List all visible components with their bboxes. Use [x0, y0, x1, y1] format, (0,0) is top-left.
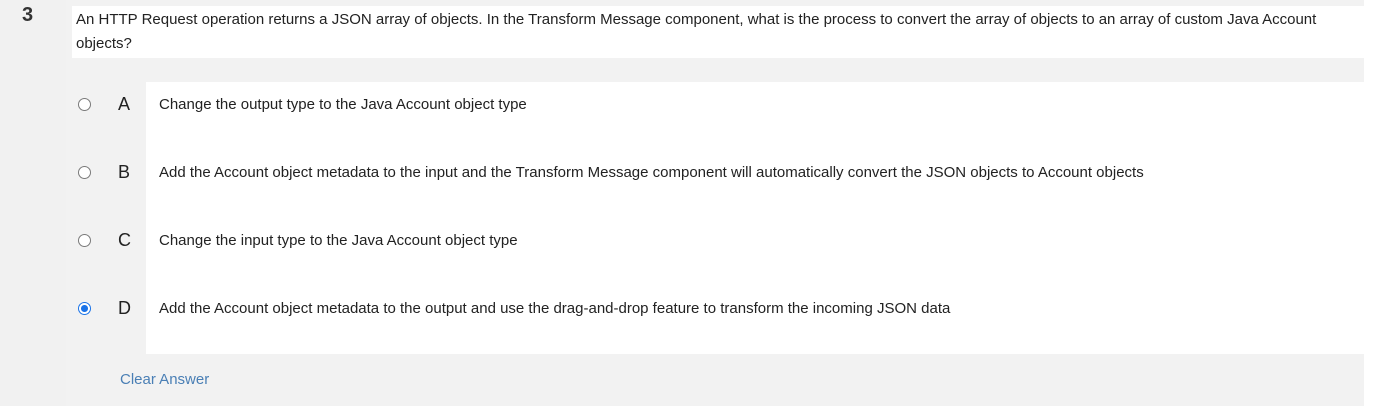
question-number: 3	[22, 4, 34, 26]
option-text-panel: Add the Account object metadata to the o…	[146, 286, 1364, 354]
radio-button-c[interactable]	[78, 234, 91, 247]
clear-answer-link[interactable]: Clear Answer	[120, 371, 209, 388]
option-letter: A	[118, 94, 131, 114]
question-text: An HTTP Request operation returns a JSON…	[72, 6, 1364, 58]
option-text-panel: Change the output type to the Java Accou…	[146, 82, 1364, 150]
radio-button-d[interactable]	[78, 302, 91, 315]
option-text: Add the Account object metadata to the o…	[159, 300, 951, 317]
option-text-panel: Change the input type to the Java Accoun…	[146, 218, 1364, 286]
option-letter: B	[118, 162, 131, 182]
radio-button-b[interactable]	[78, 166, 91, 179]
option-b[interactable]: B Add the Account object metadata to the…	[66, 150, 1364, 218]
option-text: Change the input type to the Java Accoun…	[159, 232, 518, 249]
question-footer: Clear Answer	[66, 354, 1364, 406]
option-letter: C	[118, 230, 131, 250]
option-c[interactable]: C Change the input type to the Java Acco…	[66, 218, 1364, 286]
radio-button-a[interactable]	[78, 98, 91, 111]
option-text-panel: Add the Account object metadata to the i…	[146, 150, 1364, 218]
option-d[interactable]: D Add the Account object metadata to the…	[66, 286, 1364, 354]
page-margin	[1364, 0, 1380, 410]
option-text: Change the output type to the Java Accou…	[159, 96, 527, 113]
answer-options: A Change the output type to the Java Acc…	[66, 82, 1364, 354]
page-margin	[0, 406, 1380, 410]
quiz-question-card: 3 An HTTP Request operation returns a JS…	[0, 0, 1380, 410]
option-letter: D	[118, 298, 131, 318]
option-a[interactable]: A Change the output type to the Java Acc…	[66, 82, 1364, 150]
question-container: An HTTP Request operation returns a JSON…	[66, 0, 1364, 82]
option-text: Add the Account object metadata to the i…	[159, 164, 1144, 181]
